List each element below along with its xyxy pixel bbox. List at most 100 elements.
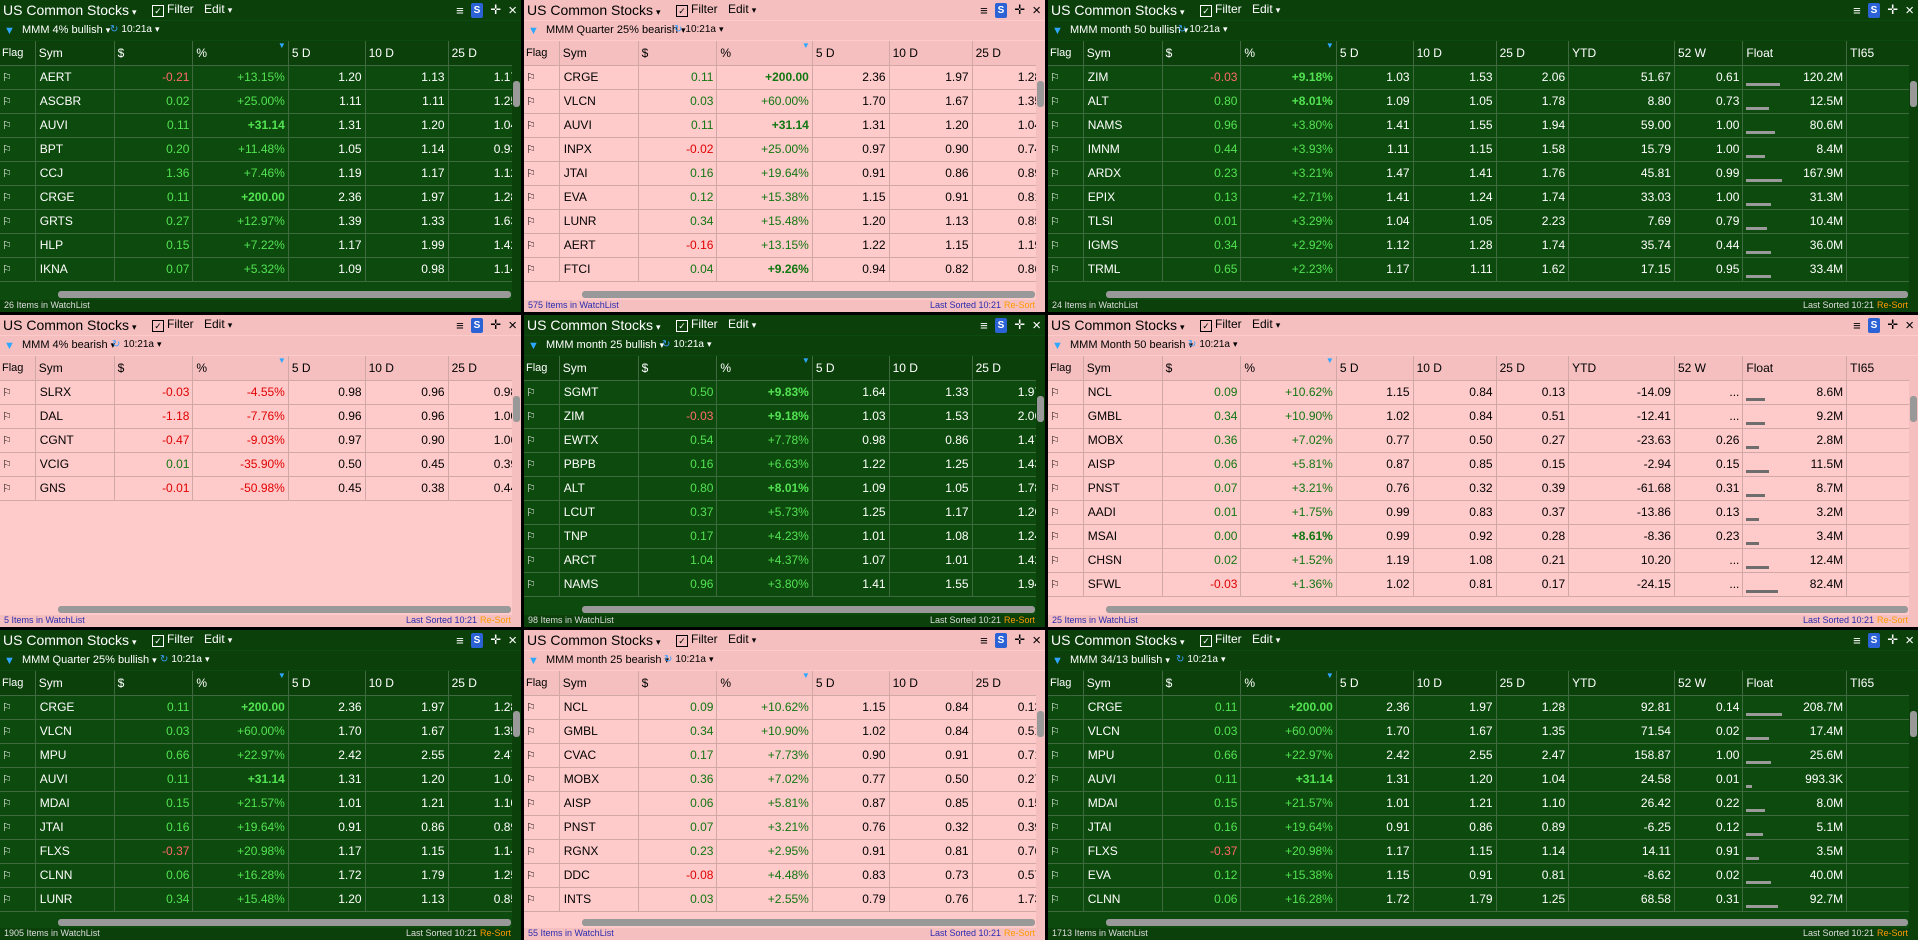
table-row[interactable]: ⚐IKNA0.07+5.32%1.090.981.140.760.2734.7M… bbox=[0, 257, 521, 282]
table-row[interactable]: ⚐LUNR0.34+15.48%1.201.130.857.630.0335.7… bbox=[0, 887, 521, 912]
column-header[interactable]: $ bbox=[638, 356, 718, 381]
column-header[interactable]: % ▼ bbox=[1240, 356, 1337, 381]
table-row[interactable]: ⚐CRGE0.11+200.002.361.971.2892.810.14208… bbox=[524, 65, 1045, 90]
flag-icon[interactable]: ⚐ bbox=[0, 839, 36, 864]
resort-link[interactable]: Re-Sort bbox=[1877, 300, 1908, 310]
table-row[interactable]: ⚐MPU0.66+22.97%2.422.552.47158.871.0025.… bbox=[0, 743, 521, 768]
vertical-scrollbar[interactable] bbox=[1909, 356, 1918, 615]
flag-icon[interactable]: ⚐ bbox=[0, 476, 36, 501]
resort-link[interactable]: Re-Sort bbox=[480, 928, 511, 938]
flag-icon[interactable]: ⚐ bbox=[524, 839, 560, 864]
table-row[interactable]: ⚐AUVI0.11+31.141.311.201.0424.580.01993.… bbox=[0, 767, 521, 792]
column-header[interactable]: YTD bbox=[1568, 41, 1675, 66]
table-row[interactable]: ⚐ ARDX 0.23 +3.21% 1.47 1.41 1.76 45.81 0.99 167.… bbox=[1048, 161, 1918, 186]
vertical-scrollbar[interactable] bbox=[512, 356, 521, 615]
horizontal-scrollbar[interactable] bbox=[1106, 606, 1908, 613]
st-icon[interactable]: S bbox=[470, 2, 484, 18]
flag-icon[interactable]: ⚐ bbox=[524, 161, 560, 186]
move-icon[interactable]: ✛ bbox=[490, 317, 501, 333]
flag-icon[interactable]: ⚐ bbox=[0, 257, 36, 282]
scrollbar-thumb[interactable] bbox=[1037, 396, 1044, 422]
vertical-scrollbar[interactable] bbox=[1036, 356, 1045, 615]
flag-icon[interactable]: ⚐ bbox=[1048, 161, 1084, 186]
flag-icon[interactable]: ⚐ bbox=[524, 233, 560, 258]
flag-icon[interactable]: ⚐ bbox=[524, 500, 560, 525]
flag-icon[interactable]: ⚐ bbox=[1048, 65, 1084, 90]
flag-icon[interactable]: ⚐ bbox=[0, 137, 36, 162]
scrollbar-thumb[interactable] bbox=[1037, 81, 1044, 107]
menu-icon[interactable]: ≡ bbox=[980, 633, 988, 648]
time-dropdown[interactable]: ↻ 10:21a ▾ bbox=[1176, 654, 1226, 665]
st-icon[interactable]: S bbox=[1867, 632, 1881, 648]
st-icon[interactable]: S bbox=[470, 317, 484, 333]
column-header[interactable]: % ▼ bbox=[192, 671, 289, 696]
source-dropdown[interactable]: US Common Stocks ▾ bbox=[1051, 632, 1185, 648]
flag-icon[interactable]: ⚐ bbox=[1048, 404, 1084, 429]
funnel-icon[interactable]: ▼ bbox=[1052, 25, 1063, 37]
column-header[interactable]: % ▼ bbox=[1240, 671, 1337, 696]
filter-checkbox[interactable]: ✓ Filter bbox=[152, 2, 194, 17]
funnel-icon[interactable]: ▼ bbox=[1052, 655, 1063, 667]
close-icon[interactable]: × bbox=[508, 317, 517, 334]
move-icon[interactable]: ✛ bbox=[1887, 317, 1898, 333]
time-dropdown[interactable]: ↻ 10:21a ▾ bbox=[160, 654, 210, 665]
flag-icon[interactable]: ⚐ bbox=[524, 428, 560, 453]
column-header[interactable]: % ▼ bbox=[1240, 41, 1337, 66]
column-header[interactable]: % ▼ bbox=[192, 356, 289, 381]
funnel-icon[interactable]: ▼ bbox=[1052, 340, 1063, 352]
table-row[interactable]: ⚐GNS-0.01-50.98%0.450.380.44-60.780.0427… bbox=[0, 476, 521, 501]
column-header[interactable]: $ bbox=[638, 41, 718, 66]
menu-icon[interactable]: ≡ bbox=[980, 318, 988, 333]
flag-icon[interactable]: ⚐ bbox=[524, 113, 560, 138]
source-dropdown[interactable]: US Common Stocks ▾ bbox=[1051, 2, 1185, 18]
table-row[interactable]: ⚐SLRX-0.03-4.55%0.980.960.98-3.080.1849.… bbox=[0, 380, 521, 405]
table-row[interactable]: ⚐FTCI0.04+9.26%0.940.820.86-14.840.1659.… bbox=[524, 257, 1045, 282]
table-row[interactable]: ⚐CLNN0.06+16.28%1.721.791.2568.580.3192.… bbox=[1048, 887, 1918, 912]
funnel-icon[interactable]: ▼ bbox=[4, 655, 15, 667]
flag-icon[interactable]: ⚐ bbox=[524, 380, 560, 405]
close-icon[interactable]: × bbox=[508, 632, 517, 649]
table-row[interactable]: ⚐ GMBL 0.34 +10.90% 1.02 0.84 0.51 -12.41... 9.2… bbox=[1048, 404, 1918, 429]
flag-icon[interactable]: ⚐ bbox=[524, 404, 560, 429]
filter-checkbox[interactable]: ✓ Filter bbox=[1200, 317, 1242, 332]
column-header[interactable]: Flag bbox=[524, 356, 560, 381]
column-header[interactable]: 5 D bbox=[288, 356, 366, 381]
column-header[interactable]: 10 D bbox=[365, 41, 449, 66]
column-header[interactable]: Sym bbox=[35, 671, 115, 696]
column-header[interactable]: Float bbox=[1742, 41, 1848, 66]
column-header[interactable]: 52 W bbox=[1674, 356, 1744, 381]
st-icon[interactable]: S bbox=[1867, 2, 1881, 18]
column-header[interactable]: % ▼ bbox=[716, 356, 813, 381]
table-row[interactable]: ⚐JTAI0.16+19.64%0.910.860.89-6.250.125.1… bbox=[524, 161, 1045, 186]
table-row[interactable]: ⚐ EPIX 0.13 +2.71% 1.41 1.24 1.74 33.03 1.00 31.3… bbox=[1048, 185, 1918, 210]
table-row[interactable]: ⚐ZIM-0.03+9.18%1.031.532.0651.670.61120.… bbox=[524, 404, 1045, 429]
table-row[interactable]: ⚐ IMNM 0.44 +3.93% 1.11 1.15 1.58 15.79 1.00 8.4M… bbox=[1048, 137, 1918, 162]
column-header[interactable]: Flag bbox=[1048, 41, 1084, 66]
column-header[interactable]: Float bbox=[1742, 671, 1848, 696]
flag-icon[interactable]: ⚐ bbox=[0, 65, 36, 90]
column-header[interactable]: $ bbox=[638, 671, 718, 696]
table-row[interactable]: ⚐LCUT0.37+5.73%1.251.171.2621.011.006.7M… bbox=[524, 500, 1045, 525]
flag-icon[interactable]: ⚐ bbox=[0, 767, 36, 792]
resort-link[interactable]: Re-Sort bbox=[1004, 300, 1035, 310]
time-dropdown[interactable]: ↻ 10:21a ▾ bbox=[112, 339, 162, 350]
column-header[interactable]: 5 D bbox=[812, 671, 890, 696]
time-dropdown[interactable]: ↻ 10:21a ▾ bbox=[1188, 339, 1238, 350]
column-header[interactable]: 5 D bbox=[812, 41, 890, 66]
resort-link[interactable]: Re-Sort bbox=[1877, 928, 1908, 938]
table-row[interactable]: ⚐DAL-1.18-7.76%0.960.961.00-3.180.80534.… bbox=[0, 404, 521, 429]
close-icon[interactable]: × bbox=[1905, 632, 1914, 649]
flag-icon[interactable]: ⚐ bbox=[1048, 572, 1084, 597]
flag-icon[interactable]: ⚐ bbox=[0, 113, 36, 138]
table-row[interactable]: ⚐SGMT0.50+9.83%1.641.331.9744.65...12.8M… bbox=[524, 380, 1045, 405]
vertical-scrollbar[interactable] bbox=[1036, 671, 1045, 928]
move-icon[interactable]: ✛ bbox=[1014, 632, 1025, 648]
scrollbar-thumb[interactable] bbox=[1037, 711, 1044, 737]
st-icon[interactable]: S bbox=[994, 632, 1008, 648]
table-row[interactable]: ⚐FLXS-0.37+20.98%1.171.151.1414.110.913.… bbox=[1048, 839, 1918, 864]
table-row[interactable]: ⚐ TRML 0.65 +2.23% 1.17 1.11 1.62 17.15 0.95 33.4… bbox=[1048, 257, 1918, 282]
flag-icon[interactable]: ⚐ bbox=[1048, 452, 1084, 477]
strategy-dropdown[interactable]: MMM 4% bullish ▾ bbox=[22, 24, 110, 36]
table-row[interactable]: ⚐AUVI0.11+31.141.311.201.0424.580.01993.… bbox=[524, 113, 1045, 138]
column-header[interactable]: Float bbox=[1742, 356, 1848, 381]
